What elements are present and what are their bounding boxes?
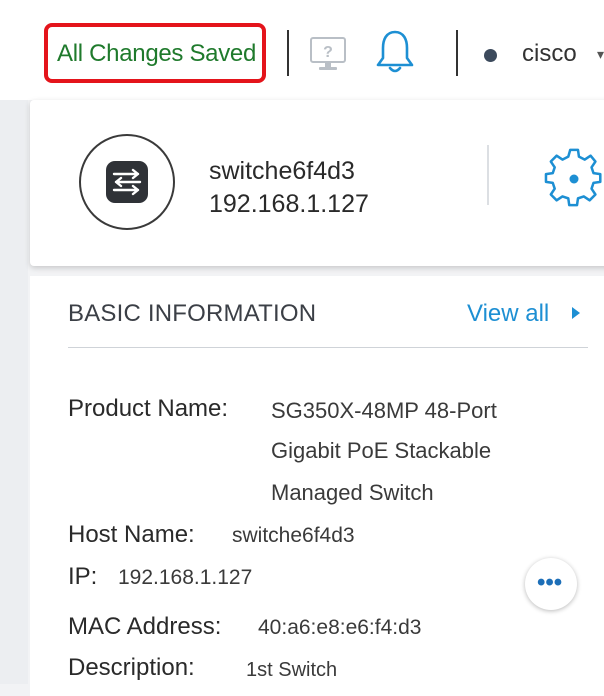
description-value: 1st Switch <box>246 659 338 681</box>
chevron-down-icon[interactable]: ▾ <box>597 46 604 63</box>
mac-address-label: MAC Address: <box>68 613 222 640</box>
chevron-right-icon[interactable] <box>572 307 580 319</box>
product-name-label: Product Name: <box>68 395 229 422</box>
user-menu-name[interactable]: cisco <box>522 40 577 68</box>
product-name-value-line-3: Managed Switch <box>271 480 434 505</box>
product-name-value-line-2: Gigabit PoE Stackable <box>271 438 492 463</box>
mac-address-value: 40:a6:e8:e6:f4:d3 <box>258 616 422 639</box>
more-options-icon[interactable]: ••• <box>537 571 562 595</box>
monitor-question-icon[interactable]: ? <box>308 34 348 74</box>
description-label: Description: <box>68 654 195 681</box>
ip-value: 192.168.1.127 <box>118 566 253 589</box>
ip-label: IP: <box>68 563 98 590</box>
svg-text:?: ? <box>323 44 333 61</box>
host-name-value: switche6f4d3 <box>232 524 355 547</box>
view-all-link[interactable]: View all <box>467 300 549 328</box>
bell-icon[interactable] <box>375 28 415 76</box>
gear-icon[interactable] <box>544 148 604 208</box>
device-hostname: switche6f4d3 <box>209 157 355 185</box>
switch-icon <box>106 161 148 203</box>
product-name-value-line-1: SG350X-48MP 48-Port <box>271 398 497 423</box>
device-ip-address: 192.168.1.127 <box>209 190 369 218</box>
card-divider <box>487 145 489 205</box>
section-divider <box>68 347 588 348</box>
toolbar-divider <box>456 30 458 76</box>
save-status-text: All Changes Saved <box>57 40 257 67</box>
section-title: BASIC INFORMATION <box>68 300 317 327</box>
user-status-dot <box>484 49 497 62</box>
left-navigation-strip <box>0 100 28 684</box>
toolbar-divider <box>287 30 289 76</box>
host-name-label: Host Name: <box>68 521 195 548</box>
